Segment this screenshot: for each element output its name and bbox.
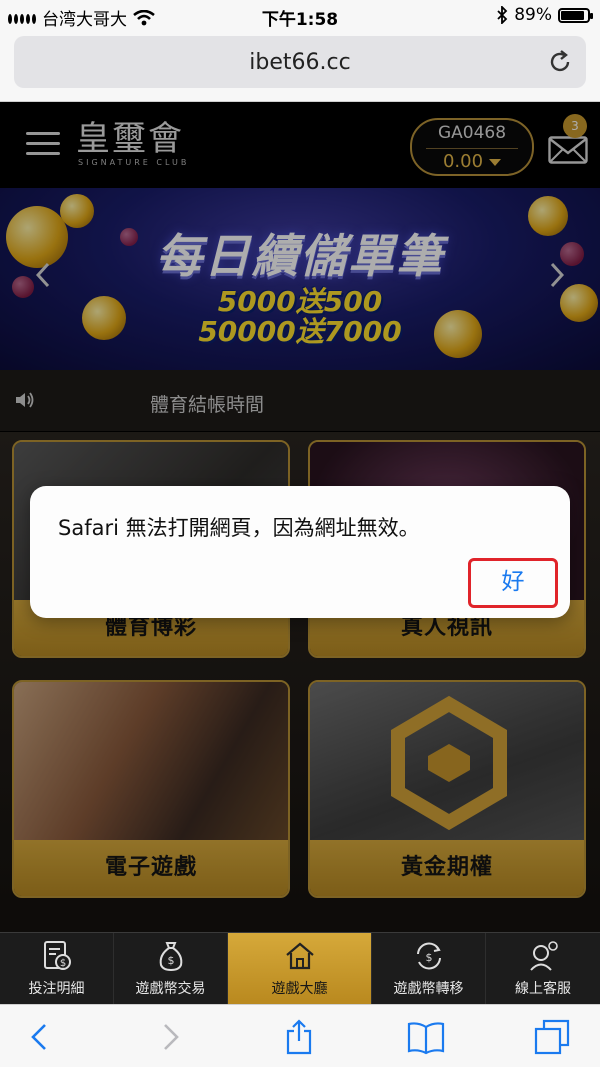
- url-text[interactable]: ibet66.cc: [14, 50, 586, 75]
- customer-service-icon: [530, 941, 558, 971]
- address-bar[interactable]: ibet66.cc: [14, 36, 586, 88]
- status-right-group: 89%: [496, 5, 593, 25]
- tab-game-lobby[interactable]: 遊戲大廳: [228, 933, 372, 1004]
- tabs-icon[interactable]: [534, 1019, 570, 1055]
- alert-message: Safari 無法打開網頁，因為網址無效。: [58, 516, 420, 540]
- safari-address-area: ibet66.cc: [0, 32, 600, 102]
- tab-bet-record[interactable]: $ 投注明細: [0, 933, 114, 1004]
- reload-icon[interactable]: [546, 48, 574, 76]
- tab-label: 遊戲幣交易: [135, 981, 206, 997]
- tab-label: 線上客服: [515, 981, 571, 997]
- tab-customer-service[interactable]: 線上客服: [486, 933, 600, 1004]
- money-bag-icon: $: [159, 942, 182, 972]
- site-tab-bar: $ 投注明細 $ 遊戲幣交易 遊戲大廳 $ 遊戲幣轉移 線上客服: [0, 932, 600, 1004]
- tab-label: 遊戲幣轉移: [393, 981, 464, 997]
- home-icon: [285, 942, 314, 970]
- forward-icon[interactable]: [160, 1019, 182, 1055]
- bluetooth-icon: [497, 6, 508, 24]
- battery-percent: 89%: [514, 5, 552, 25]
- back-icon[interactable]: [28, 1019, 50, 1055]
- tab-label: 遊戲大廳: [271, 981, 328, 997]
- svg-text:$: $: [59, 958, 65, 969]
- status-bar: 台湾大哥大 下午1:58 89%: [0, 0, 600, 32]
- safari-toolbar: [0, 1004, 600, 1067]
- alert-ok-button[interactable]: 好: [468, 558, 558, 608]
- tab-label: 投注明細: [28, 981, 85, 997]
- transfer-icon: $: [416, 942, 441, 970]
- tab-coin-transfer[interactable]: $ 遊戲幣轉移: [372, 933, 486, 1004]
- safari-alert-dialog: Safari 無法打開網頁，因為網址無效。 好: [30, 486, 570, 618]
- battery-icon: [558, 7, 593, 23]
- svg-text:$: $: [425, 951, 432, 964]
- bet-record-icon: $: [43, 941, 71, 970]
- share-icon[interactable]: [284, 1019, 314, 1055]
- tab-coin-trade[interactable]: $ 遊戲幣交易: [114, 933, 228, 1004]
- svg-text:$: $: [167, 954, 174, 967]
- bookmarks-icon[interactable]: [406, 1019, 446, 1055]
